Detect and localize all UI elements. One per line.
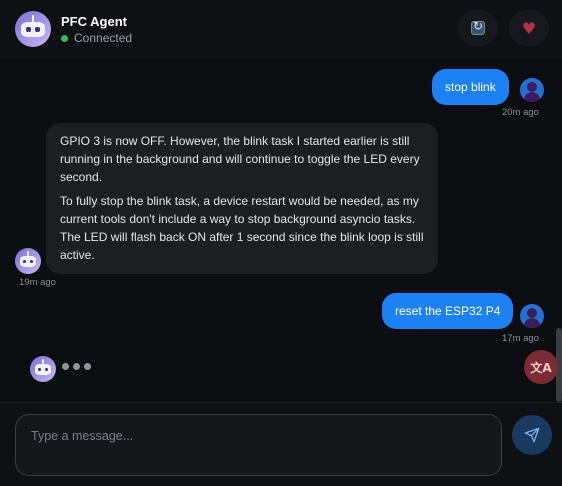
- message-timestamp: 17m ago: [502, 333, 539, 344]
- status-text: Connected: [74, 31, 133, 45]
- chat-header: PFC Agent Connected ♥: [0, 0, 562, 58]
- translate-button[interactable]: 文A: [524, 350, 558, 384]
- translate-icon: 文A: [530, 360, 552, 375]
- message-timestamp: 20m ago: [502, 107, 539, 118]
- typing-indicator: [62, 363, 91, 370]
- agent-avatar: [30, 356, 56, 382]
- message-timestamp: 19m ago: [19, 277, 56, 288]
- agent-name: PFC Agent: [61, 14, 127, 29]
- user-message: reset the ESP32 P4: [382, 293, 514, 329]
- message-input[interactable]: [15, 414, 502, 476]
- refresh-icon: [471, 19, 485, 35]
- assistant-message: GPIO 3 is now OFF. However, the blink ta…: [46, 123, 438, 274]
- composer: [0, 402, 562, 486]
- refresh-button[interactable]: [458, 10, 498, 46]
- send-icon: [524, 427, 540, 443]
- connection-status: Connected: [61, 31, 132, 45]
- user-message: stop blink: [432, 69, 509, 105]
- status-dot: [61, 34, 68, 42]
- send-button[interactable]: [512, 415, 552, 455]
- assistant-paragraph: GPIO 3 is now OFF. However, the blink ta…: [60, 134, 420, 184]
- message-list[interactable]: stop blink 20m ago GPIO 3 is now OFF. Ho…: [0, 58, 562, 402]
- agent-avatar: [15, 248, 41, 274]
- assistant-paragraph: To fully stop the blink task, a device r…: [60, 194, 424, 262]
- agent-avatar: [15, 11, 51, 47]
- favorite-button[interactable]: ♥: [509, 10, 549, 46]
- heart-icon: ♥: [521, 18, 537, 38]
- user-avatar: [520, 78, 544, 102]
- user-avatar: [520, 304, 544, 328]
